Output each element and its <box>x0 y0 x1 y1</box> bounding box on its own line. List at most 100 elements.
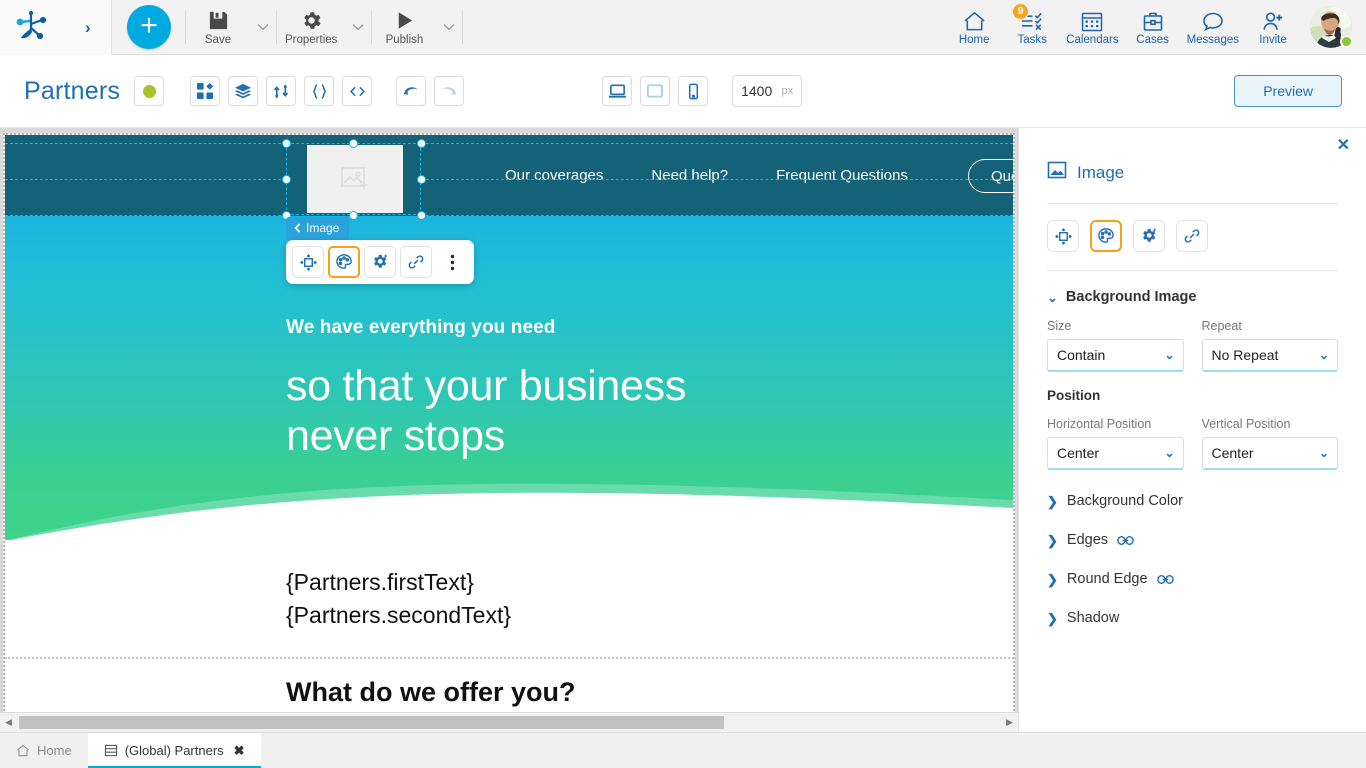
canvas-width-unit: px <box>781 85 794 97</box>
hero-cta-label: Quote now <box>991 167 1013 185</box>
repeat-select[interactable]: No Repeat ⌄ <box>1201 339 1338 372</box>
hero-nav-link-coverages[interactable]: Our coverages <box>505 167 603 184</box>
float-move-button[interactable] <box>292 246 324 278</box>
section-shadow[interactable]: ❯ Shadow <box>1019 610 1366 626</box>
float-style-button[interactable] <box>328 246 360 278</box>
calendar-icon <box>1080 7 1104 32</box>
float-link-button[interactable] <box>400 246 432 278</box>
nav-calendars[interactable]: Calendars <box>1061 0 1123 55</box>
avatar[interactable] <box>1310 6 1353 48</box>
section-round-edge[interactable]: ❯ Round Edge <box>1019 571 1366 587</box>
selection-breadcrumb[interactable]: Image <box>286 217 350 240</box>
chevron-right-icon: ❯ <box>1047 571 1058 587</box>
link-icon[interactable] <box>1156 574 1174 585</box>
resize-handle-s[interactable] <box>349 210 358 220</box>
nav-invite[interactable]: Invite <box>1244 0 1302 55</box>
section-edges[interactable]: ❯ Edges <box>1019 532 1366 548</box>
resize-handle-n[interactable] <box>349 138 358 148</box>
section-round-edge-label: Round Edge <box>1066 571 1148 587</box>
tab-global-partners[interactable]: (Global) Partners ✖ <box>87 733 261 768</box>
panel-tab-style[interactable] <box>1090 220 1122 252</box>
properties-group: Properties <box>277 0 371 55</box>
resize-handle-e[interactable] <box>416 174 426 184</box>
resize-handle-se[interactable] <box>416 210 426 220</box>
resize-handle-ne[interactable] <box>416 138 426 148</box>
section-background-image-label: Background Image <box>1065 289 1197 305</box>
section-edges-label: Edges <box>1066 532 1109 548</box>
home-icon <box>962 7 987 32</box>
device-mobile-button[interactable] <box>678 76 709 106</box>
chevron-down-icon: ⌄ <box>1164 446 1175 460</box>
widgets-button[interactable] <box>190 76 221 106</box>
publish-button[interactable]: Publish <box>372 0 436 55</box>
publish-dropdown-caret[interactable] <box>436 0 462 55</box>
canvas-width-input[interactable]: 1400 px <box>732 75 803 107</box>
horizontal-position-select[interactable]: Center ⌄ <box>1047 437 1184 470</box>
scroll-left-arrow-icon[interactable]: ◀ <box>0 713 17 732</box>
vertical-position-value: Center <box>1211 445 1254 461</box>
close-x-icon[interactable]: ✖ <box>234 743 245 759</box>
global-nav: Home 9 Tasks Calendars Cases Messages In… <box>945 0 1366 55</box>
tab-global-partners-label: (Global) Partners <box>124 743 224 758</box>
properties-dropdown-caret[interactable] <box>345 0 371 55</box>
body-section[interactable]: {Partners.firstText} {Partners.secondTex… <box>5 540 1013 712</box>
undo-button[interactable] <box>396 76 427 106</box>
code-button[interactable] <box>342 76 373 106</box>
briefcase-icon <box>1141 7 1165 32</box>
hero-nav-link-help[interactable]: Need help? <box>651 167 728 184</box>
panel-tab-layout[interactable] <box>1047 220 1079 252</box>
braces-button[interactable] <box>304 76 335 106</box>
link-icon[interactable] <box>1117 535 1134 546</box>
nav-home[interactable]: Home <box>945 0 1003 55</box>
position-label: Position <box>1047 388 1101 403</box>
presence-indicator <box>1340 35 1353 48</box>
redo-button[interactable] <box>434 76 465 106</box>
canvas-page[interactable]: Our coverages Need help? Frequent Questi… <box>3 133 1015 712</box>
size-select[interactable]: Contain ⌄ <box>1047 339 1184 372</box>
float-settings-button[interactable] <box>364 246 396 278</box>
tab-home[interactable]: Home <box>0 733 88 768</box>
scrollbar-thumb[interactable] <box>19 716 724 729</box>
save-button[interactable]: Save <box>186 0 250 55</box>
device-tablet-button[interactable] <box>640 76 671 106</box>
hero-cta-button[interactable]: Quote now <box>968 159 1013 193</box>
repeat-value: No Repeat <box>1211 347 1279 363</box>
hero-section[interactable]: Our coverages Need help? Frequent Questi… <box>5 135 1013 540</box>
save-group: Save <box>186 0 276 55</box>
person-add-icon <box>1261 7 1286 32</box>
resize-handle-nw[interactable] <box>281 138 291 148</box>
bizagi-logo-icon[interactable] <box>14 8 50 47</box>
nav-tasks[interactable]: 9 Tasks <box>1003 0 1061 55</box>
device-desktop-button[interactable] <box>602 76 633 106</box>
hero-nav-link-faq[interactable]: Frequent Questions <box>776 167 908 184</box>
panel-tab-settings[interactable] <box>1133 220 1165 252</box>
selection-guide-bottom-right <box>421 215 1013 216</box>
status-badge[interactable] <box>134 76 165 106</box>
chat-bubble-icon <box>1201 7 1225 32</box>
vertical-position-select[interactable]: Center ⌄ <box>1201 437 1338 470</box>
nav-messages[interactable]: Messages <box>1182 0 1244 55</box>
panel-tab-link[interactable] <box>1176 220 1208 252</box>
chevron-right-icon[interactable]: › <box>79 15 97 40</box>
logo-zone: › <box>0 0 112 55</box>
nav-tasks-label: Tasks <box>1017 34 1047 47</box>
resize-handle-w[interactable] <box>281 174 291 184</box>
hero-copy: We have everything you need so that your… <box>286 317 686 462</box>
save-dropdown-caret[interactable] <box>250 0 276 55</box>
add-button[interactable]: + <box>127 5 171 49</box>
canvas-horizontal-scrollbar[interactable]: ◀ ▶ <box>0 712 1018 732</box>
binding-second-text: {Partners.secondText} <box>286 602 512 629</box>
nav-cases[interactable]: Cases <box>1124 0 1182 55</box>
close-icon[interactable]: ✕ <box>1337 138 1350 154</box>
scrollbar-track[interactable] <box>17 713 1001 732</box>
float-more-button[interactable] <box>436 246 468 278</box>
bottom-tabbar: Home (Global) Partners ✖ <box>0 732 1366 768</box>
properties-button[interactable]: Properties <box>277 0 345 55</box>
layers-button[interactable] <box>228 76 259 106</box>
section-background-color[interactable]: ❯ Background Color <box>1019 493 1366 509</box>
section-background-image[interactable]: ⌄ Background Image <box>1019 289 1366 305</box>
scroll-right-arrow-icon[interactable]: ▶ <box>1001 713 1018 732</box>
selected-image-placeholder[interactable] <box>307 145 403 213</box>
data-flow-button[interactable] <box>266 76 297 106</box>
preview-button[interactable]: Preview <box>1234 75 1342 107</box>
